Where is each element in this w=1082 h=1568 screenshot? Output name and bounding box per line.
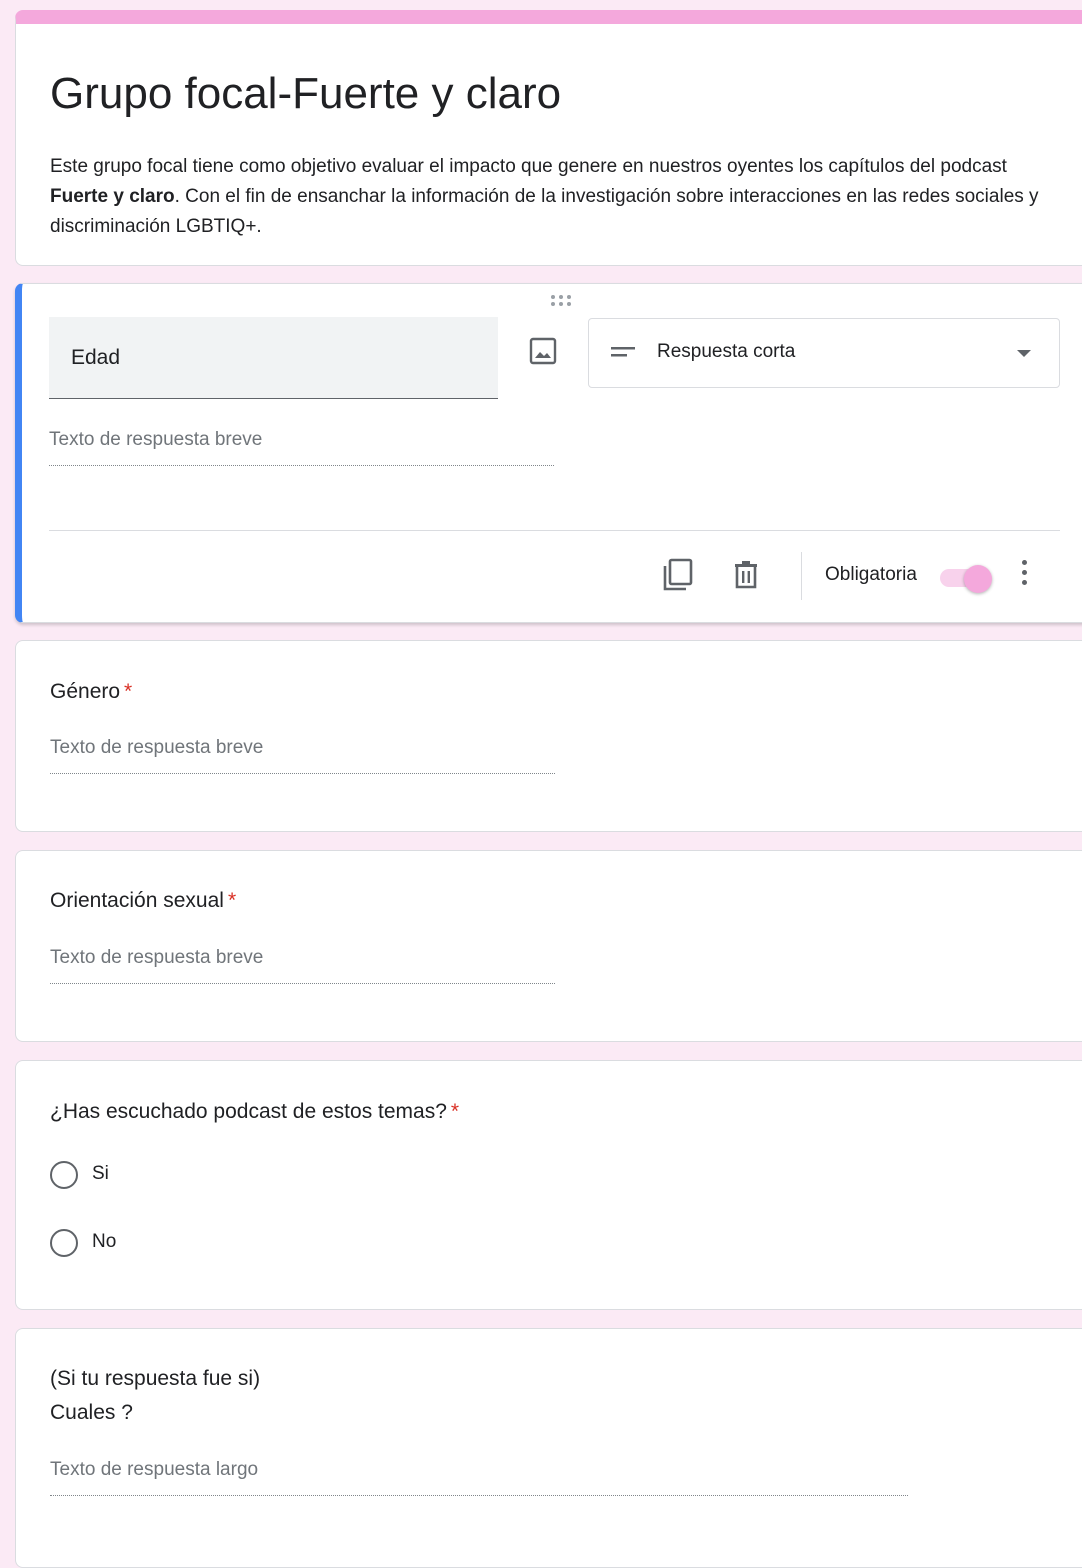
question-title-text: Orientación sexual xyxy=(50,889,224,912)
radio-circle-icon xyxy=(50,1229,78,1257)
question-title-text: ¿Has escuchado podcast de estos temas? xyxy=(50,1100,447,1123)
answer-placeholder: Texto de respuesta breve xyxy=(50,947,555,984)
duplicate-icon[interactable] xyxy=(662,558,694,592)
form-title[interactable]: Grupo focal-Fuerte y claro xyxy=(50,66,561,122)
form-header-card: Grupo focal-Fuerte y claro Este grupo fo… xyxy=(15,10,1082,266)
active-question-card[interactable]: Respuesta corta Texto de respuesta breve… xyxy=(15,283,1082,623)
radio-label: No xyxy=(92,1231,117,1252)
question-type-label: Respuesta corta xyxy=(657,341,796,362)
required-asterisk: * xyxy=(227,889,237,912)
question-card-genero[interactable]: Género * Texto de respuesta breve xyxy=(15,640,1082,832)
answer-placeholder: Texto de respuesta breve xyxy=(50,737,555,774)
form-description[interactable]: Este grupo focal tiene como objetivo eva… xyxy=(50,152,1060,242)
required-label: Obligatoria xyxy=(825,564,917,585)
radio-label: Si xyxy=(92,1163,109,1184)
long-answer-placeholder: Texto de respuesta largo xyxy=(50,1459,908,1496)
footer-divider xyxy=(49,530,1060,531)
question-card-podcast[interactable]: ¿Has escuchado podcast de estos temas? * … xyxy=(15,1060,1082,1310)
question-title-line1: (Si tu respuesta fue si) xyxy=(50,1367,261,1390)
required-asterisk: * xyxy=(124,680,133,703)
question-title-input[interactable] xyxy=(49,317,498,399)
question-card-cuales[interactable]: (Si tu respuesta fue si) Cuales ? Texto d… xyxy=(15,1328,1082,1568)
question-title-line2: Cuales ? xyxy=(50,1401,133,1424)
required-toggle[interactable] xyxy=(940,565,992,593)
question-title: ¿Has escuchado podcast de estos temas? * xyxy=(50,1095,459,1129)
add-image-icon[interactable] xyxy=(528,336,558,366)
more-options-icon[interactable] xyxy=(1018,560,1030,590)
delete-icon[interactable] xyxy=(732,560,760,590)
description-text-1: Este grupo focal tiene como objetivo eva… xyxy=(50,156,1007,177)
question-title: Género * xyxy=(50,675,132,709)
radio-circle-icon xyxy=(50,1161,78,1189)
description-bold: Fuerte y claro xyxy=(50,186,175,207)
question-title-text: Género xyxy=(50,680,121,703)
drag-handle-icon[interactable] xyxy=(550,294,574,308)
question-card-orientacion[interactable]: Orientación sexual * Texto de respuesta b… xyxy=(15,850,1082,1042)
question-type-dropdown[interactable]: Respuesta corta xyxy=(588,318,1060,388)
footer-separator xyxy=(801,552,802,600)
question-title: (Si tu respuesta fue si) Cuales ? xyxy=(50,1362,260,1430)
chevron-down-icon xyxy=(1017,350,1031,357)
required-asterisk: * xyxy=(450,1100,460,1123)
question-title: Orientación sexual * xyxy=(50,884,236,918)
description-text-2: . Con el fin de ensanchar la información… xyxy=(50,186,1039,237)
toggle-thumb xyxy=(964,565,992,593)
answer-placeholder: Texto de respuesta breve xyxy=(49,429,554,466)
short-text-icon xyxy=(611,347,635,357)
